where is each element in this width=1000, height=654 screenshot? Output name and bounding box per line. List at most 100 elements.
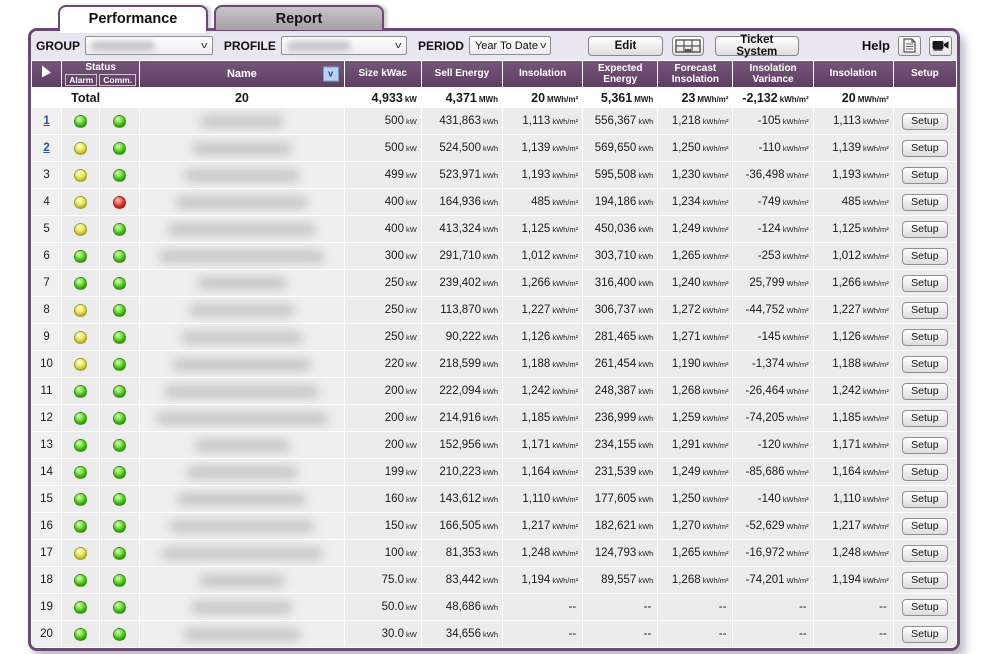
group-select[interactable]: v	[85, 36, 213, 55]
setup-cell: Setup	[894, 432, 956, 458]
row-number-link[interactable]: 17	[40, 547, 53, 559]
alarm-status-led	[74, 574, 87, 587]
tab-report[interactable]: Report	[214, 5, 384, 30]
setup-button[interactable]: Setup	[902, 329, 947, 346]
forecast-insolation-cell: 1,250kWh/m²	[658, 135, 732, 161]
setup-button[interactable]: Setup	[902, 356, 947, 373]
insolation-variance-cell: -105kWh/m²	[733, 108, 812, 134]
row-number-link[interactable]: 5	[43, 223, 49, 235]
row-number-cell: 7	[32, 270, 61, 296]
table-row: 17 100kW 81,353kWh 1,248kWh/m² 124,793kW…	[32, 540, 956, 566]
comm-cell	[100, 405, 139, 431]
insolation-cell: --	[503, 594, 582, 620]
row-number-link[interactable]: 16	[40, 520, 53, 532]
setup-cell: Setup	[894, 513, 956, 539]
insolation-cell: 1,217kWh/m²	[503, 513, 582, 539]
setup-button[interactable]: Setup	[902, 248, 947, 265]
forecast-insolation-cell: 1,250kWh/m²	[658, 486, 732, 512]
table-grid-button[interactable]	[672, 36, 704, 56]
setup-cell: Setup	[894, 621, 956, 647]
forecast-insolation-cell: 1,270kWh/m²	[658, 513, 732, 539]
site-name-cell	[140, 567, 343, 593]
help-video-button[interactable]	[929, 36, 952, 56]
size-cell: 30.0kW	[345, 621, 421, 647]
row-number-link[interactable]: 2	[43, 142, 49, 154]
setup-button[interactable]: Setup	[902, 383, 947, 400]
setup-button[interactable]: Setup	[902, 599, 947, 616]
setup-button[interactable]: Setup	[902, 518, 947, 535]
setup-button[interactable]: Setup	[902, 275, 947, 292]
setup-button[interactable]: Setup	[902, 410, 947, 427]
row-number-link[interactable]: 7	[43, 277, 49, 289]
forecast-insolation-cell: 1,230kWh/m²	[658, 162, 732, 188]
table-row: 3 499kW 523,971kWh 1,193kWh/m² 595,508kW…	[32, 162, 956, 188]
expand-arrow-header[interactable]	[32, 61, 61, 87]
forecast-insolation-cell: --	[658, 594, 732, 620]
sell-energy-cell: 431,863kWh	[422, 108, 502, 134]
sell-energy-cell: 83,442kWh	[422, 567, 502, 593]
sell-energy-cell: 90,222kWh	[422, 324, 502, 350]
insolation2-cell: 1,164kWh/m²	[814, 459, 893, 485]
setup-button[interactable]: Setup	[902, 167, 947, 184]
alarm-status-led	[74, 466, 87, 479]
insolation2-cell: 1,227kWh/m²	[814, 297, 893, 323]
row-number-link[interactable]: 9	[43, 331, 49, 343]
table-row: 8 250kW 113,870kWh 1,227kWh/m² 306,737kW…	[32, 297, 956, 323]
setup-button[interactable]: Setup	[902, 302, 947, 319]
total-setup-cell	[894, 88, 956, 107]
row-number-link[interactable]: 6	[43, 250, 49, 262]
setup-button[interactable]: Setup	[902, 626, 947, 643]
alarm-status-led	[74, 169, 87, 182]
row-number-link[interactable]: 13	[40, 439, 53, 451]
setup-button[interactable]: Setup	[902, 437, 947, 454]
row-number-link[interactable]: 20	[40, 628, 53, 640]
site-name-cell	[140, 405, 343, 431]
insolation-variance-cell: --	[733, 594, 812, 620]
row-number-link[interactable]: 1	[43, 115, 49, 127]
sell-energy-cell: 291,710kWh	[422, 243, 502, 269]
row-number-link[interactable]: 8	[43, 304, 49, 316]
table-row: 15 160kW 143,612kWh 1,110kWh/m² 177,605k…	[32, 486, 956, 512]
row-number-link[interactable]: 19	[40, 601, 53, 613]
row-number-link[interactable]: 18	[40, 574, 53, 586]
name-sort-dropdown-icon[interactable]: v	[323, 67, 339, 82]
period-value: Year To Date	[475, 40, 538, 52]
site-name-cell	[140, 108, 343, 134]
row-number-link[interactable]: 10	[40, 358, 53, 370]
alarm-status-led	[74, 601, 87, 614]
setup-button[interactable]: Setup	[902, 491, 947, 508]
header-row: Status Alarm Comm. Name v Size kWac Sell…	[32, 61, 956, 87]
setup-button[interactable]: Setup	[902, 545, 947, 562]
row-number-link[interactable]: 15	[40, 493, 53, 505]
setup-button[interactable]: Setup	[902, 140, 947, 157]
site-name-cell	[140, 162, 343, 188]
comm-status-led	[113, 520, 126, 533]
comm-cell	[100, 108, 139, 134]
size-cell: 300kW	[345, 243, 421, 269]
comm-status-led	[113, 196, 126, 209]
comm-cell	[100, 432, 139, 458]
row-number-link[interactable]: 3	[43, 169, 49, 181]
comm-status-led	[113, 304, 126, 317]
insolation-variance-cell: -145kWh/m²	[733, 324, 812, 350]
row-number-link[interactable]: 4	[43, 196, 49, 208]
row-number-link[interactable]: 14	[40, 466, 53, 478]
ticket-system-button[interactable]: Ticket System	[715, 36, 799, 56]
setup-cell: Setup	[894, 270, 956, 296]
period-select[interactable]: Year To Date v	[469, 36, 552, 55]
profile-label: PROFILE	[224, 39, 276, 53]
tab-performance[interactable]: Performance	[58, 5, 208, 30]
setup-button[interactable]: Setup	[902, 194, 947, 211]
profile-select[interactable]: v	[281, 36, 407, 55]
setup-button[interactable]: Setup	[902, 113, 947, 130]
help-document-button[interactable]	[898, 36, 921, 56]
site-name-redacted	[175, 196, 308, 209]
size-cell: 400kW	[345, 216, 421, 242]
setup-button[interactable]: Setup	[902, 464, 947, 481]
site-name-redacted	[167, 223, 316, 236]
row-number-link[interactable]: 12	[40, 412, 53, 424]
setup-button[interactable]: Setup	[902, 221, 947, 238]
edit-button[interactable]: Edit	[588, 36, 662, 56]
setup-button[interactable]: Setup	[902, 572, 947, 589]
row-number-link[interactable]: 11	[41, 385, 53, 397]
